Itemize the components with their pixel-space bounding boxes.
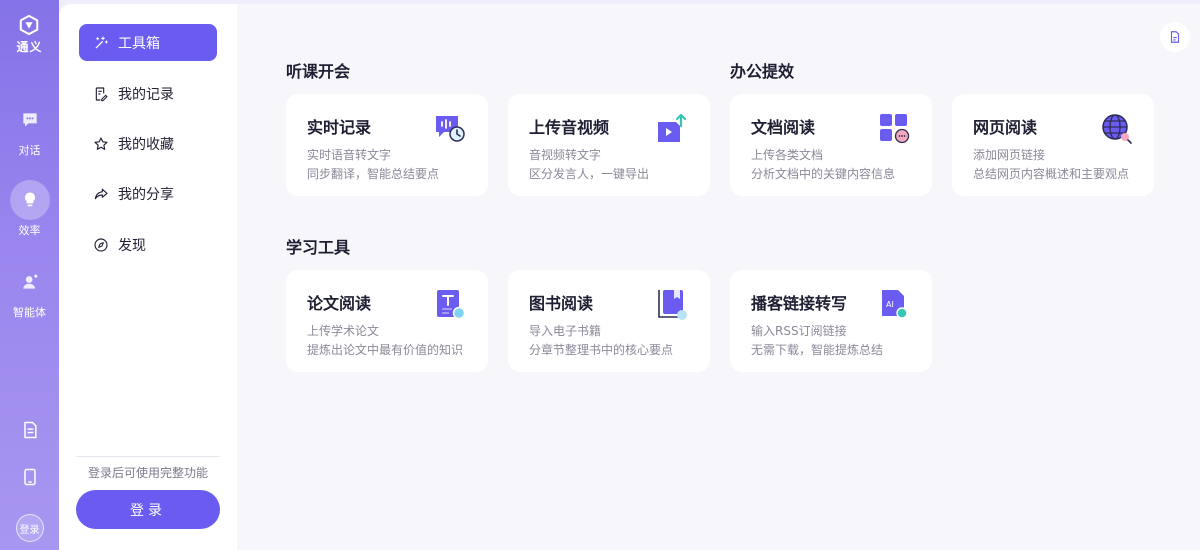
note-edit-icon xyxy=(95,86,108,101)
tool-card-realtime-record[interactable]: 实时记录 实时语音转文字 同步翻译，智能总结要点 xyxy=(286,94,488,196)
card-desc: 区分发言人，一键导出 xyxy=(529,167,650,181)
rail-item-efficiency-label: 效率 xyxy=(18,224,41,237)
tool-card-podcast-transcribe[interactable]: 播客链接转写 输入RSS订阅链接 无需下载，智能提炼总结 AI xyxy=(730,270,932,372)
card-desc: 分章节整理书中的核心要点 xyxy=(529,343,674,357)
rail-item-agent[interactable]: 智能体 xyxy=(10,262,50,320)
sidebar-item-label: 发现 xyxy=(118,237,146,254)
share-icon xyxy=(94,188,108,199)
card-desc: 添加网页链接 xyxy=(973,148,1046,162)
document-grid-icon xyxy=(880,114,910,144)
app-logo-label: 通义 xyxy=(16,40,43,54)
rail-item-efficiency[interactable]: 效率 xyxy=(9,180,50,238)
star-icon xyxy=(94,136,108,150)
card-desc: 提炼出论文中最有价值的知识 xyxy=(307,343,464,357)
podcast-ai-icon: AI xyxy=(882,290,908,319)
card-desc: 音视频转文字 xyxy=(529,148,602,162)
login-button[interactable]: 登录 xyxy=(76,490,220,529)
rail-device-button[interactable] xyxy=(18,465,42,489)
rail-item-chat-label: 对话 xyxy=(18,144,41,157)
app-logo[interactable]: 通义 xyxy=(16,14,42,55)
agent-icon xyxy=(22,274,37,289)
realtime-record-icon xyxy=(436,116,465,142)
card-desc: 实时语音转文字 xyxy=(307,148,392,162)
tool-card-doc-reading[interactable]: 文档阅读 上传各类文档 分析文档中的关键内容信息 xyxy=(730,94,932,196)
card-desc: 上传学术论文 xyxy=(307,324,380,338)
card-desc: 总结网页内容概述和主要观点 xyxy=(973,167,1130,181)
tool-card-book-reading[interactable]: 图书阅读 导入电子书籍 分章节整理书中的核心要点 xyxy=(508,270,710,372)
file-icon xyxy=(1170,31,1180,43)
card-desc: 无需下载，智能提炼总结 xyxy=(751,343,884,357)
card-desc: 分析文档中的关键内容信息 xyxy=(751,167,896,181)
tongyi-logo-icon xyxy=(20,14,39,36)
lightbulb-icon xyxy=(24,192,35,207)
svg-text:AI: AI xyxy=(886,300,894,309)
card-desc: 输入RSS订阅链接 xyxy=(751,324,847,338)
sidebar-item-label: 我的记录 xyxy=(118,86,174,103)
sidebar-item-shares[interactable]: 我的分享 xyxy=(79,175,217,212)
card-desc: 导入电子书籍 xyxy=(529,324,602,338)
globe-icon xyxy=(1102,114,1132,144)
main-content: 听课开会 办公提效 学习工具 实时记录 实时语音转文字 同步翻译，智能总结要点 … xyxy=(237,4,1200,550)
file-button[interactable] xyxy=(1160,22,1190,52)
sidebar-item-discover[interactable]: 发现 xyxy=(79,226,217,263)
section-title-study: 学习工具 xyxy=(286,238,351,257)
sidebar-item-toolbox[interactable]: 工具箱 xyxy=(79,24,217,61)
sidebar: 工具箱 我的记录 我的收藏 我的分享 发现 登录后可使用完整功能 登录 xyxy=(59,4,237,550)
tablet-icon xyxy=(23,468,36,486)
rail-item-agent-label: 智能体 xyxy=(13,306,46,319)
compass-icon xyxy=(94,237,108,252)
sidebar-item-label: 我的收藏 xyxy=(118,136,174,153)
app-rail: 通义 对话 效率 智能体 登录 xyxy=(0,0,59,550)
document-icon xyxy=(23,421,37,439)
section-title-lecture: 听课开会 xyxy=(286,62,351,81)
sidebar-item-records[interactable]: 我的记录 xyxy=(79,75,217,112)
sidebar-item-favorites[interactable]: 我的收藏 xyxy=(79,125,217,162)
card-desc: 上传各类文档 xyxy=(751,148,824,162)
section-title-office: 办公提效 xyxy=(730,62,795,81)
magic-wand-icon xyxy=(95,35,108,48)
sidebar-item-label: 我的分享 xyxy=(118,186,174,203)
login-hint: 登录后可使用完整功能 xyxy=(87,466,208,480)
avatar[interactable]: 登录 xyxy=(15,514,44,542)
card-desc: 同步翻译，智能总结要点 xyxy=(307,167,440,181)
sidebar-item-label: 工具箱 xyxy=(118,35,160,52)
rail-document-button[interactable] xyxy=(18,418,42,442)
tool-card-upload-media[interactable]: 上传音视频 音视频转文字 区分发言人，一键导出 xyxy=(508,94,710,196)
paper-icon xyxy=(437,290,466,320)
tool-card-paper-reading[interactable]: 论文阅读 上传学术论文 提炼出论文中最有价值的知识 xyxy=(286,270,488,372)
tool-card-web-reading[interactable]: 网页阅读 添加网页链接 总结网页内容概述和主要观点 xyxy=(952,94,1154,196)
rail-item-chat[interactable]: 对话 xyxy=(10,100,50,158)
sidebar-divider xyxy=(76,456,220,457)
upload-video-icon xyxy=(658,113,687,142)
chat-icon xyxy=(22,113,37,127)
book-icon xyxy=(658,290,687,320)
